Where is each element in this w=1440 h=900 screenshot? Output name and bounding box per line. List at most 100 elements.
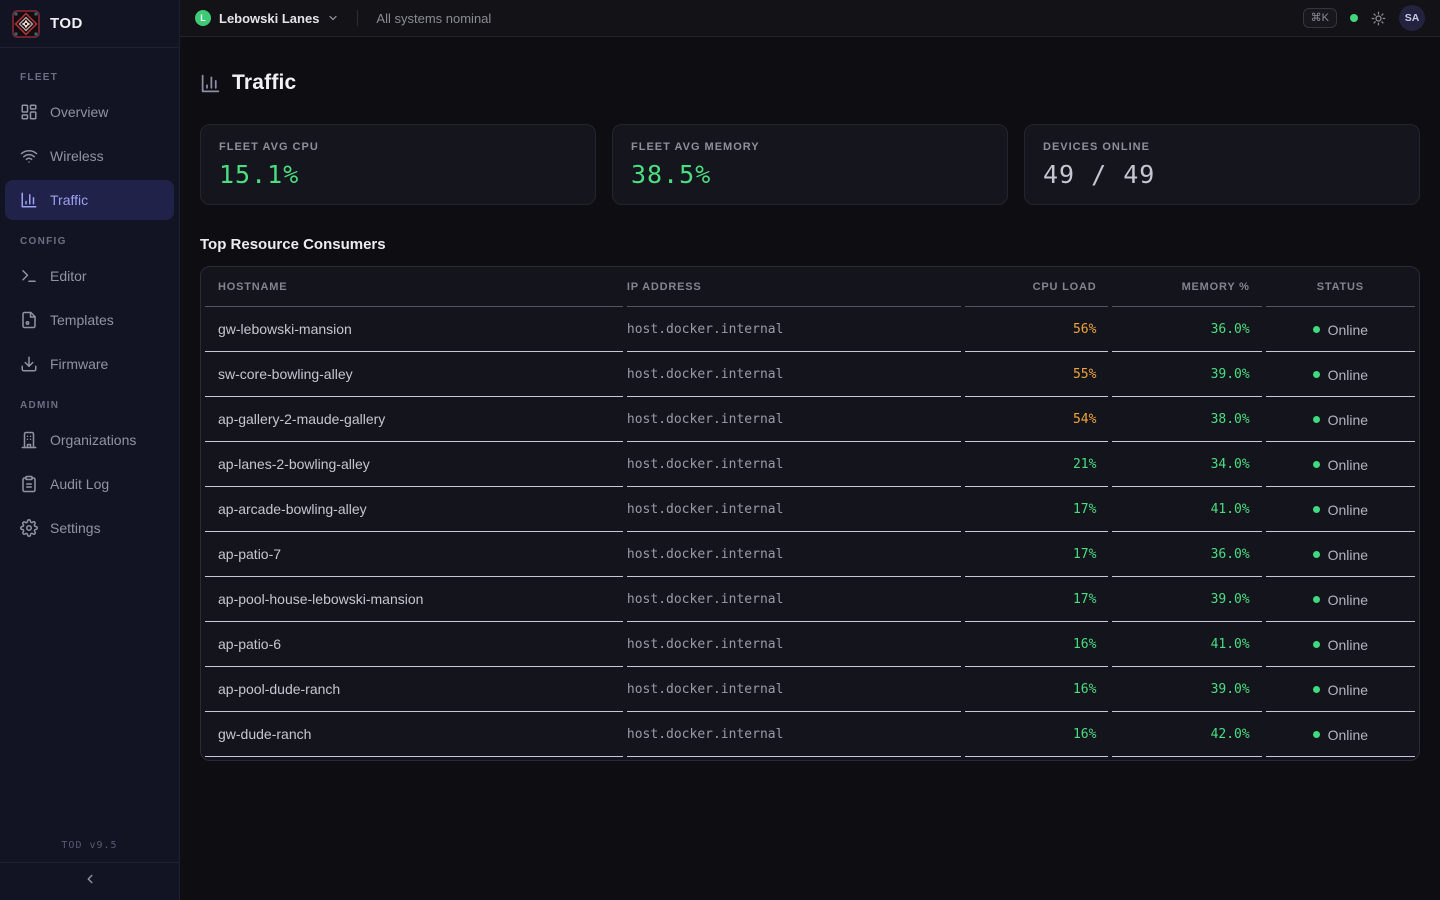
ip-cell: host.docker.internal [627, 667, 961, 712]
column-header: CPU LOAD [965, 267, 1108, 307]
hostname-cell: gw-lebowski-mansion [205, 307, 623, 352]
memory-cell: 34.0% [1112, 442, 1261, 487]
org-avatar: L [195, 10, 211, 26]
hostname-cell: ap-pool-dude-ranch [205, 667, 623, 712]
stat-card: FLEET AVG CPU15.1% [200, 124, 596, 205]
sidebar-item-audit-log[interactable]: Audit Log [5, 464, 174, 504]
chevron-left-icon [83, 872, 97, 891]
column-header: HOSTNAME [205, 267, 623, 307]
sidebar-item-label: Wireless [50, 148, 104, 164]
stat-value: 38.5% [631, 160, 989, 189]
status-dot-icon [1313, 416, 1320, 423]
user-avatar[interactable]: SA [1399, 5, 1425, 31]
memory-cell: 36.0% [1112, 307, 1261, 352]
status-cell: Online [1266, 532, 1415, 577]
hostname-cell: ap-pool-house-lebowski-mansion [205, 577, 623, 622]
memory-cell: 39.0% [1112, 577, 1261, 622]
cpu-cell: 17% [965, 532, 1108, 577]
sidebar-item-label: Settings [50, 520, 101, 536]
sidebar-item-wireless[interactable]: Wireless [5, 136, 174, 176]
sidebar-item-overview[interactable]: Overview [5, 92, 174, 132]
column-header: STATUS [1266, 267, 1415, 307]
stat-label: DEVICES ONLINE [1043, 141, 1401, 153]
table-row[interactable]: gw-lebowski-mansionhost.docker.internal5… [205, 307, 1415, 352]
status-badge: Online [1328, 322, 1368, 338]
sidebar-item-editor[interactable]: Editor [5, 256, 174, 296]
hostname-cell: sw-core-bowling-alley [205, 352, 623, 397]
cpu-cell: 17% [965, 487, 1108, 532]
table-row[interactable]: ap-pool-dude-ranchhost.docker.internal16… [205, 667, 1415, 712]
status-cell: Online [1266, 622, 1415, 667]
table-row[interactable]: ap-pool-house-lebowski-mansionhost.docke… [205, 577, 1415, 622]
app-name: TOD [50, 15, 83, 32]
ip-cell: host.docker.internal [627, 622, 961, 667]
topbar-divider [357, 10, 358, 26]
sidebar-item-label: Traffic [50, 192, 88, 208]
status-dot-icon [1313, 461, 1320, 468]
status-cell: Online [1266, 712, 1415, 757]
column-header: IP ADDRESS [627, 267, 961, 307]
sun-icon[interactable] [1371, 11, 1386, 26]
stat-label: FLEET AVG CPU [219, 141, 577, 153]
system-status-text: All systems nominal [376, 11, 491, 26]
cpu-cell: 56% [965, 307, 1108, 352]
terminal-icon [20, 267, 38, 285]
sidebar-item-settings[interactable]: Settings [5, 508, 174, 548]
green-dot-icon [1350, 14, 1358, 22]
bar-chart-icon [200, 73, 221, 94]
bar-chart-icon [20, 191, 38, 209]
nav-section-label: FLEET [0, 60, 179, 92]
app-logo-icon [12, 10, 40, 38]
memory-cell: 42.0% [1112, 712, 1261, 757]
table-row[interactable]: ap-arcade-bowling-alleyhost.docker.inter… [205, 487, 1415, 532]
status-badge: Online [1328, 637, 1368, 653]
nav-section-label: CONFIG [0, 224, 179, 256]
hostname-cell: ap-lanes-2-bowling-alley [205, 442, 623, 487]
stat-card: FLEET AVG MEMORY38.5% [612, 124, 1008, 205]
cpu-cell: 16% [965, 712, 1108, 757]
hostname-cell: ap-patio-6 [205, 622, 623, 667]
sidebar-collapse-button[interactable] [0, 862, 179, 900]
sidebar-item-firmware[interactable]: Firmware [5, 344, 174, 384]
sidebar-item-label: Audit Log [50, 476, 109, 492]
status-badge: Online [1328, 502, 1368, 518]
status-cell: Online [1266, 352, 1415, 397]
sidebar-item-traffic[interactable]: Traffic [5, 180, 174, 220]
status-dot-icon [1313, 641, 1320, 648]
app-version: TOD v9.5 [0, 831, 179, 862]
status-badge: Online [1328, 547, 1368, 563]
command-palette-shortcut[interactable]: ⌘K [1303, 8, 1337, 28]
cpu-cell: 16% [965, 622, 1108, 667]
org-selector[interactable]: L Lebowski Lanes [195, 10, 339, 26]
sidebar-item-label: Editor [50, 268, 87, 284]
wifi-icon [20, 147, 38, 165]
status-cell: Online [1266, 307, 1415, 352]
chevron-down-icon [327, 12, 339, 24]
hostname-cell: ap-patio-7 [205, 532, 623, 577]
cpu-cell: 16% [965, 667, 1108, 712]
sidebar-item-organizations[interactable]: Organizations [5, 420, 174, 460]
status-dot-icon [1313, 731, 1320, 738]
sidebar-item-templates[interactable]: Templates [5, 300, 174, 340]
memory-cell: 36.0% [1112, 532, 1261, 577]
cpu-cell: 21% [965, 442, 1108, 487]
table-row[interactable]: ap-patio-6host.docker.internal16%41.0%On… [205, 622, 1415, 667]
sidebar-item-label: Templates [50, 312, 114, 328]
memory-cell: 41.0% [1112, 487, 1261, 532]
status-cell: Online [1266, 577, 1415, 622]
table-row[interactable]: ap-patio-7host.docker.internal17%36.0%On… [205, 532, 1415, 577]
status-cell: Online [1266, 397, 1415, 442]
table-header-row: HOSTNAMEIP ADDRESSCPU LOADMEMORY %STATUS [205, 267, 1415, 307]
table-row[interactable]: ap-gallery-2-maude-galleryhost.docker.in… [205, 397, 1415, 442]
building-icon [20, 431, 38, 449]
hostname-cell: ap-arcade-bowling-alley [205, 487, 623, 532]
hostname-cell: gw-dude-ranch [205, 712, 623, 757]
ip-cell: host.docker.internal [627, 352, 961, 397]
ip-cell: host.docker.internal [627, 397, 961, 442]
table-row[interactable]: gw-dude-ranchhost.docker.internal16%42.0… [205, 712, 1415, 757]
table-row[interactable]: ap-lanes-2-bowling-alleyhost.docker.inte… [205, 442, 1415, 487]
table-row[interactable]: sw-core-bowling-alleyhost.docker.interna… [205, 352, 1415, 397]
ip-cell: host.docker.internal [627, 487, 961, 532]
clipboard-icon [20, 475, 38, 493]
memory-cell: 39.0% [1112, 352, 1261, 397]
